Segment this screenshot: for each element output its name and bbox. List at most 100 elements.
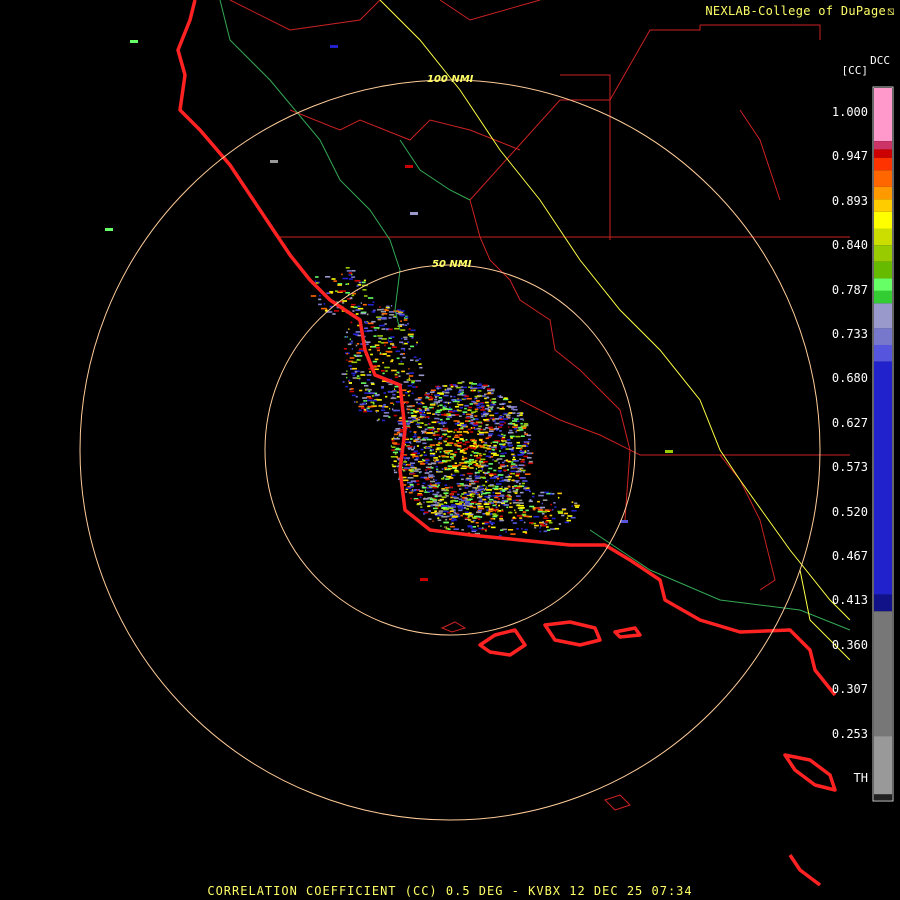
echo-pixel bbox=[458, 498, 463, 501]
echo-pixel bbox=[331, 278, 336, 280]
echo-pixel bbox=[509, 429, 513, 432]
echo-pixel bbox=[434, 413, 438, 415]
echo-pixel bbox=[437, 519, 442, 521]
echo-pixel bbox=[529, 522, 534, 524]
echo-pixel bbox=[474, 415, 478, 417]
echo-pixel bbox=[443, 439, 445, 442]
echo-pixel bbox=[477, 391, 480, 393]
echo-pixel bbox=[371, 383, 375, 385]
echo-pixel bbox=[475, 463, 479, 465]
echo-pixel bbox=[379, 324, 384, 327]
echo-pixel bbox=[407, 445, 413, 448]
echo-pixel bbox=[372, 309, 376, 312]
echo-pixel bbox=[451, 458, 454, 460]
color-scale-label: 0.413 bbox=[831, 593, 868, 608]
echo-pixel bbox=[509, 435, 515, 438]
echo-pixel bbox=[408, 469, 412, 471]
echo-pixel bbox=[472, 442, 477, 445]
echo-pixel bbox=[376, 349, 380, 352]
echo-pixel bbox=[393, 469, 396, 472]
echo-pixel bbox=[470, 431, 474, 433]
echo-pixel bbox=[310, 295, 317, 297]
echo-pixel bbox=[468, 406, 473, 409]
echo-pixel bbox=[436, 491, 440, 494]
echo-pixel bbox=[450, 456, 454, 458]
echo-pixel bbox=[452, 410, 458, 412]
echo-pixel bbox=[403, 319, 408, 321]
echo-pixel bbox=[423, 454, 428, 456]
echo-pixel bbox=[351, 348, 353, 350]
county-line bbox=[289, 109, 521, 151]
range-ring-50 bbox=[264, 264, 636, 636]
echo-pixel bbox=[515, 464, 518, 467]
echo-pixel bbox=[497, 458, 503, 460]
echo-pixel bbox=[405, 487, 412, 489]
echo-pixel bbox=[571, 505, 573, 507]
echo-pixel bbox=[497, 474, 504, 476]
echo-pixel bbox=[430, 500, 434, 503]
echo-pixel bbox=[348, 272, 353, 274]
echo-pixel bbox=[431, 393, 433, 396]
echo-pixel bbox=[464, 487, 469, 489]
echo-pixel bbox=[415, 359, 419, 361]
echo-pixel bbox=[447, 444, 452, 447]
echo-pixel bbox=[408, 372, 415, 374]
echo-pixel bbox=[508, 426, 510, 428]
echo-pixel bbox=[363, 410, 367, 413]
echo-pixel bbox=[433, 507, 438, 510]
echo-pixel bbox=[460, 427, 464, 429]
echo-pixel bbox=[499, 408, 505, 410]
echo-pixel bbox=[408, 377, 410, 379]
echo-pixel bbox=[515, 488, 519, 491]
echo-pixel bbox=[404, 441, 410, 444]
echo-pixel bbox=[360, 312, 367, 315]
echo-pixel bbox=[483, 444, 488, 446]
echo-pixel bbox=[474, 460, 477, 462]
echo-pixel bbox=[334, 310, 339, 312]
echo-pixel bbox=[450, 473, 453, 476]
echo-pixel bbox=[468, 515, 473, 517]
echo-pixel bbox=[351, 303, 356, 306]
echo-pixel bbox=[456, 403, 459, 405]
echo-pixel bbox=[448, 477, 454, 479]
echo-pixel bbox=[447, 387, 452, 390]
echo-pixel bbox=[416, 341, 418, 344]
echo-pixel bbox=[474, 410, 478, 413]
county-line bbox=[739, 109, 781, 201]
color-scale-band bbox=[874, 157, 892, 171]
echo-pixel bbox=[384, 308, 388, 311]
echo-pixel bbox=[467, 504, 472, 506]
echo-pixel bbox=[492, 513, 497, 515]
echo-pixel bbox=[481, 498, 487, 501]
echo-pixel bbox=[419, 412, 422, 414]
echo-pixel bbox=[449, 406, 451, 409]
echo-pixel bbox=[446, 456, 450, 458]
echo-pixel bbox=[379, 352, 382, 354]
echo-pixel bbox=[454, 471, 460, 473]
echo-pixel bbox=[392, 442, 398, 444]
echo-pixel bbox=[499, 491, 503, 493]
echo-pixel bbox=[516, 481, 519, 484]
echo-pixel bbox=[351, 340, 353, 342]
echo-pixel bbox=[485, 424, 489, 426]
echo-pixel bbox=[394, 438, 400, 440]
echo-pixel bbox=[422, 431, 425, 434]
echo-pixel bbox=[496, 483, 502, 485]
echo-pixel bbox=[488, 463, 493, 465]
echo-pixel bbox=[412, 420, 418, 422]
echo-pixel bbox=[498, 462, 500, 464]
echo-pixel bbox=[388, 340, 393, 343]
color-scale-label: 0.680 bbox=[831, 371, 868, 386]
echo-pixel bbox=[431, 421, 437, 424]
echo-pixel bbox=[477, 387, 479, 389]
echo-pixel bbox=[407, 411, 410, 414]
color-scale-label: 0.573 bbox=[831, 460, 868, 475]
echo-pixel bbox=[382, 361, 385, 364]
echo-pixel bbox=[474, 398, 476, 400]
echo-pixel bbox=[418, 374, 425, 377]
echo-pixel bbox=[368, 392, 375, 394]
echo-pixel bbox=[379, 306, 381, 308]
echo-pixel bbox=[383, 404, 386, 406]
echo-pixel bbox=[499, 424, 504, 427]
echo-pixel bbox=[462, 449, 464, 451]
